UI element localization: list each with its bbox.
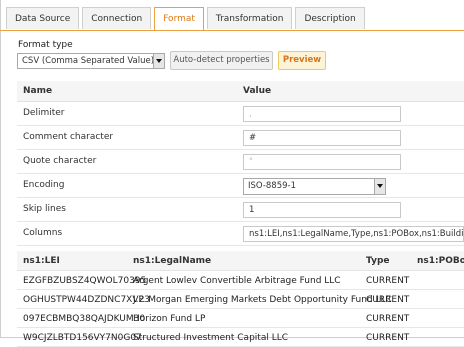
preview-header: ns1:LEI ns1:LegalName Type ns1:POBox — [17, 251, 464, 271]
property-name: Quote character — [23, 156, 97, 166]
table-row: W9CJZLBTD156VY7N0G07 Structured Investme… — [17, 328, 464, 347]
cell-legal-name: Structured Investment Capital LLC — [133, 333, 289, 343]
cell-legal-name: Argent Lowlev Convertible Arbitrage Fund… — [133, 276, 341, 286]
cell-legal-name: J.P. Morgan Emerging Markets Debt Opport… — [133, 295, 392, 305]
cell-lei: W9CJZLBTD156VY7N0G07 — [23, 333, 142, 343]
preview-table: ns1:LEI ns1:LegalName Type ns1:POBox EZG… — [17, 251, 464, 347]
column-header[interactable]: ns1:POBox — [417, 256, 464, 266]
tab-data-source[interactable]: Data Source — [6, 7, 80, 29]
properties-header: Name Value — [17, 81, 464, 102]
column-header[interactable]: ns1:LegalName — [133, 256, 211, 266]
table-row: EZGFBZUBSZ4QWOL70395 Argent Lowlev Conve… — [17, 271, 464, 290]
property-row-delimiter: Delimiter , — [17, 102, 464, 126]
property-row-encoding: Encoding ISO-8859-1 — [17, 174, 464, 198]
tab-bar: Data Source Connection Format Transforma… — [6, 7, 368, 31]
format-type-select[interactable]: CSV (Comma Separated Value) — [17, 53, 165, 69]
tab-format[interactable]: Format — [154, 7, 204, 31]
cell-lei: OGHUSTPW44DZDNC7XV23 — [23, 295, 150, 305]
columns-input[interactable]: ns1:LEI,ns1:LegalName,Type,ns1:POBox,ns1… — [243, 226, 464, 242]
property-name: Encoding — [23, 180, 65, 190]
properties-table: Name Value Delimiter , Comment character… — [17, 81, 464, 246]
property-row-comment: Comment character # — [17, 126, 464, 150]
property-row-skip-lines: Skip lines 1 — [17, 198, 464, 222]
chevron-down-icon[interactable] — [153, 54, 164, 68]
cell-type: CURRENT — [366, 276, 410, 286]
table-row: OGHUSTPW44DZDNC7XV23 J.P. Morgan Emergin… — [17, 290, 464, 309]
tab-connection[interactable]: Connection — [82, 7, 152, 29]
tab-description[interactable]: Description — [295, 7, 365, 29]
property-name: Comment character — [23, 132, 114, 142]
property-name: Columns — [23, 228, 63, 238]
table-row: 097ECBMBQ38QAJDKUM30 Horizon Fund LP CUR… — [17, 309, 464, 328]
encoding-select[interactable]: ISO-8859-1 — [243, 178, 386, 195]
preview-button[interactable]: Preview — [278, 51, 326, 70]
property-name: Delimiter — [23, 108, 65, 118]
auto-detect-button[interactable]: Auto-detect properties — [170, 51, 273, 70]
property-name: Skip lines — [23, 204, 66, 214]
header-value: Value — [243, 86, 272, 96]
cell-legal-name: Horizon Fund LP — [133, 314, 206, 324]
cell-lei: EZGFBZUBSZ4QWOL70395 — [23, 276, 147, 286]
cell-type: CURRENT — [366, 314, 410, 324]
encoding-value: ISO-8859-1 — [248, 181, 297, 191]
format-type-value: CSV (Comma Separated Value) — [22, 56, 155, 66]
property-row-quote: Quote character " — [17, 150, 464, 174]
cell-type: CURRENT — [366, 295, 410, 305]
header-name: Name — [23, 86, 53, 96]
property-row-columns: Columns ns1:LEI,ns1:LegalName,Type,ns1:P… — [17, 222, 464, 246]
skip-lines-input[interactable]: 1 — [243, 202, 401, 218]
chevron-down-icon[interactable] — [374, 179, 385, 194]
delimiter-input[interactable]: , — [243, 106, 401, 122]
tab-underline — [0, 30, 464, 31]
comment-character-input[interactable]: # — [243, 130, 401, 146]
column-header[interactable]: ns1:LEI — [23, 256, 60, 266]
cell-type: CURRENT — [366, 333, 410, 343]
column-header[interactable]: Type — [366, 256, 389, 266]
tab-transformation[interactable]: Transformation — [206, 7, 293, 29]
format-type-label: Format type — [18, 40, 73, 50]
cell-lei: 097ECBMBQ38QAJDKUM30 — [23, 314, 146, 324]
quote-character-input[interactable]: " — [243, 154, 401, 170]
